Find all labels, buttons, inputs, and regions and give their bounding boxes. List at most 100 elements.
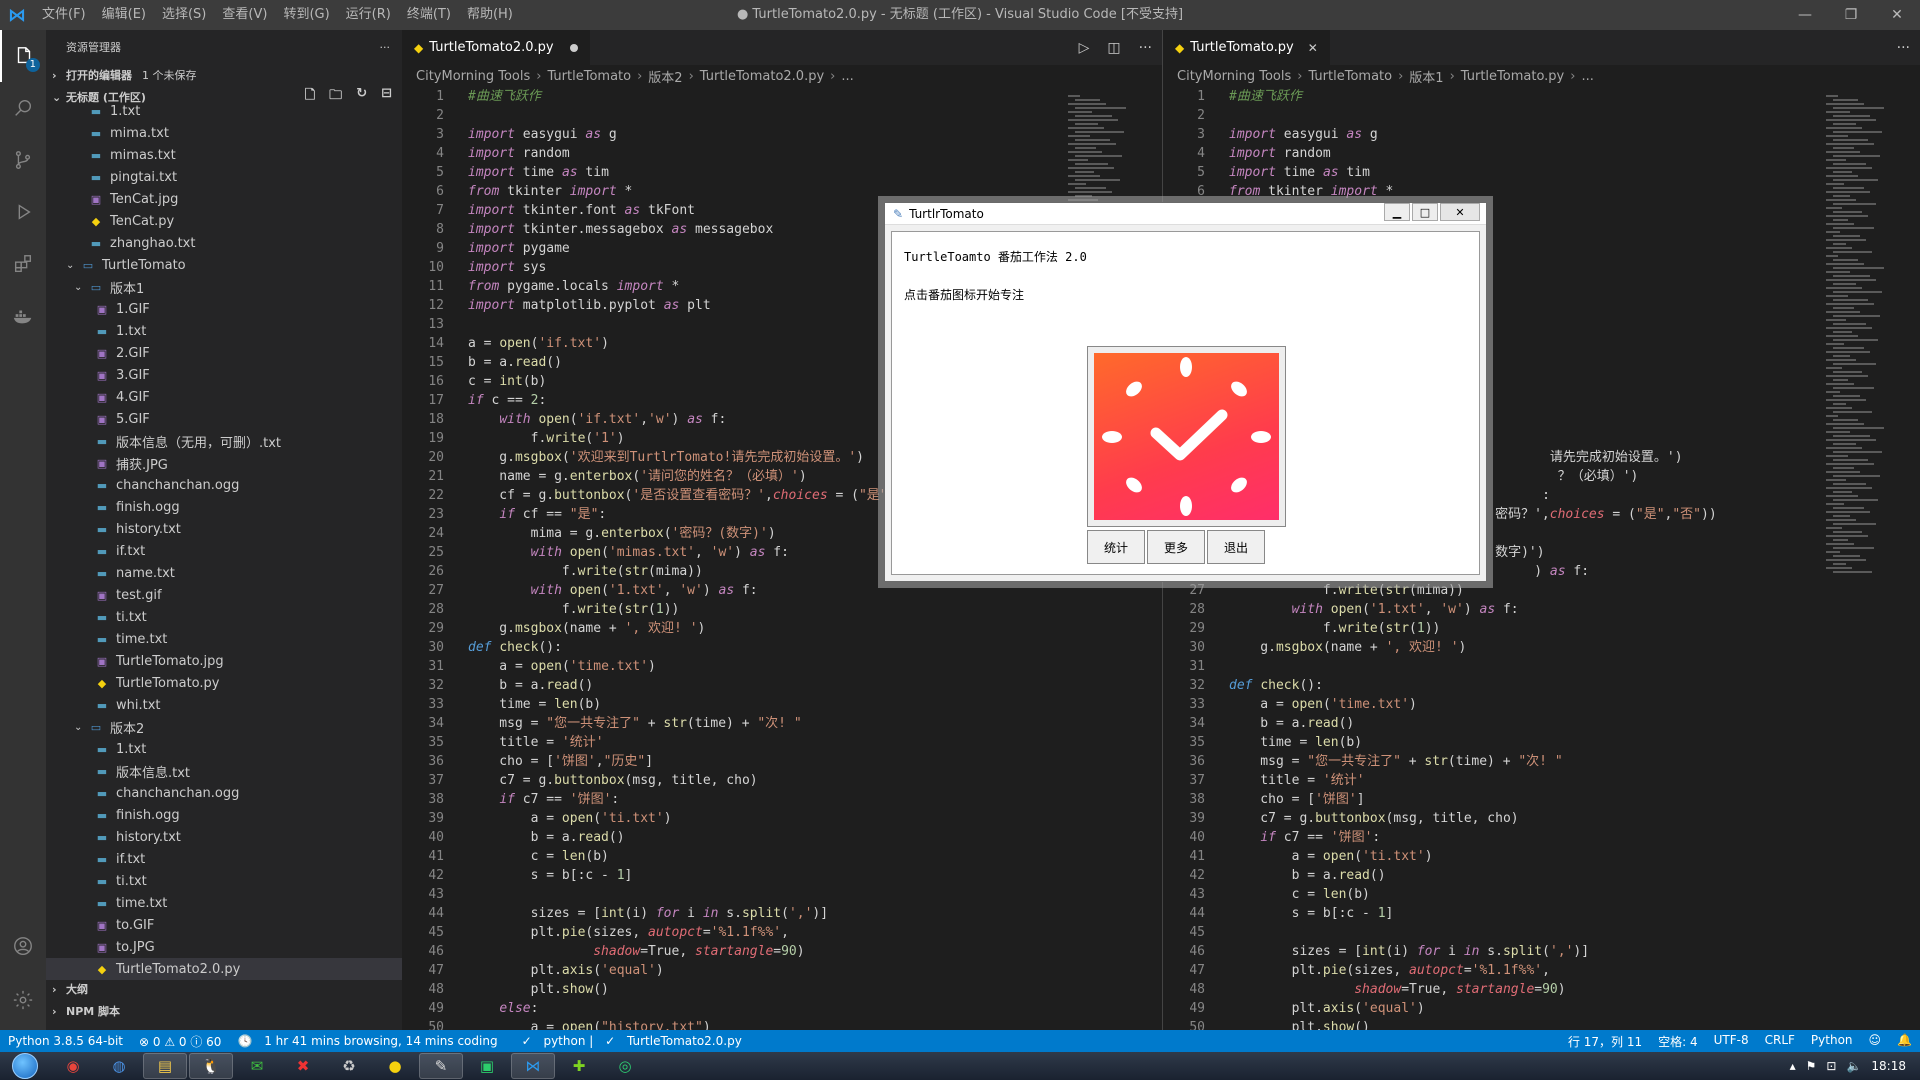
tree-item[interactable]: ▬ whi.txt (46, 694, 402, 716)
unsaved-dot-icon[interactable] (569, 43, 578, 52)
tree-item[interactable]: ▬ name.txt (46, 562, 402, 584)
tree-item[interactable]: ▬ ti.txt (46, 606, 402, 628)
python-interpreter[interactable]: Python 3.8.5 64-bit (0, 1034, 131, 1048)
tree-item[interactable]: ▣ TenCat.jpg (46, 188, 402, 210)
source-code[interactable]: #曲速飞跃作 import easygui as g import random… (468, 87, 888, 1030)
tree-item[interactable]: ▬ time.txt (46, 892, 402, 914)
more-button[interactable]: 更多 (1147, 530, 1205, 564)
breadcrumb-item[interactable]: TurtleTomato (1308, 69, 1392, 84)
lang-indicator[interactable]: ✓ python | ✓ TurtleTomato2.0.py (514, 1034, 758, 1048)
end-of-line[interactable]: CRLF (1757, 1033, 1803, 1050)
more-actions-icon[interactable]: ··· (1897, 40, 1910, 56)
tree-item[interactable]: ◆ TurtleTomato.py (46, 672, 402, 694)
explorer-icon[interactable]: 1 (0, 30, 46, 82)
breadcrumb-item[interactable]: CityMorning Tools (1177, 69, 1291, 84)
menu-item[interactable]: 终端(T) (399, 0, 459, 30)
outline-section[interactable]: › 大纲 (46, 978, 402, 1000)
xmind-icon[interactable]: ✖ (281, 1053, 325, 1079)
volume-icon[interactable]: 🔈 (1846, 1059, 1861, 1073)
breadcrumb-item[interactable]: TurtleTomato.py (1461, 69, 1564, 84)
start-button[interactable] (0, 1052, 50, 1080)
dialog-titlebar[interactable]: ✎ TurtlrTomato ▁ □ ✕ (885, 203, 1486, 225)
wechat-icon[interactable]: ✉ (235, 1053, 279, 1079)
dialog-minimize-icon[interactable]: ▁ (1384, 203, 1410, 221)
tree-item[interactable]: ▣ TurtleTomato.jpg (46, 650, 402, 672)
tree-item[interactable]: ▣ to.GIF (46, 914, 402, 936)
encoding[interactable]: UTF-8 (1706, 1033, 1757, 1050)
tree-item[interactable]: ▬ 1.txt (46, 100, 402, 122)
settings-gear-icon[interactable] (0, 974, 46, 1026)
tree-item[interactable]: ▣ 5.GIF (46, 408, 402, 430)
run-debug-icon[interactable] (0, 186, 46, 238)
extensions-icon[interactable] (0, 238, 46, 290)
tree-item[interactable]: ▬ 版本信息.txt (46, 760, 402, 782)
tomato-clock-icon[interactable] (1094, 353, 1279, 520)
tree-item[interactable]: ▬ pingtai.txt (46, 166, 402, 188)
app-green-icon[interactable]: ✚ (557, 1053, 601, 1079)
tree-item[interactable]: ▬ history.txt (46, 518, 402, 540)
tree-item[interactable]: ▬ 1.txt (46, 320, 402, 342)
exit-button[interactable]: 退出 (1207, 530, 1265, 564)
tree-item[interactable]: ▬ if.txt (46, 540, 402, 562)
restore-icon[interactable]: ❐ (1828, 0, 1874, 30)
breadcrumb-item[interactable]: 版本1 (1409, 67, 1443, 86)
browser-icon[interactable]: ◍ (97, 1053, 141, 1079)
minimize-icon[interactable]: — (1782, 0, 1828, 30)
tree-item[interactable]: ▣ 1.GIF (46, 298, 402, 320)
breadcrumb-item[interactable]: CityMorning Tools (416, 69, 530, 84)
tree-item[interactable]: ▣ 捕获.JPG (46, 452, 402, 474)
tree-item[interactable]: ▬ 1.txt (46, 738, 402, 760)
feedback-icon[interactable]: ☺ (1861, 1033, 1890, 1050)
tree-item[interactable]: ▣ 4.GIF (46, 386, 402, 408)
account-icon[interactable] (0, 920, 46, 972)
tree-item[interactable]: ▬ finish.ogg (46, 496, 402, 518)
npm-scripts-section[interactable]: › NPM 脚本 (46, 1000, 402, 1022)
tree-item[interactable]: ▣ 3.GIF (46, 364, 402, 386)
breadcrumb-item[interactable]: 版本2 (648, 67, 682, 86)
tree-item[interactable]: ▣ test.gif (46, 584, 402, 606)
breadcrumb-item[interactable]: TurtleTomato (547, 69, 631, 84)
tree-item[interactable]: ▬ chanchanchan.ogg (46, 782, 402, 804)
more-actions-icon[interactable]: ··· (1139, 40, 1152, 56)
tomato-image-button[interactable] (1087, 346, 1286, 527)
stats-button[interactable]: 统计 (1087, 530, 1145, 564)
tree-item[interactable]: ▬ history.txt (46, 826, 402, 848)
dialog-maximize-icon[interactable]: □ (1412, 203, 1438, 221)
notifications-icon[interactable]: 🔔 (1889, 1033, 1920, 1050)
tree-item[interactable]: ◆ TurtleTomato2.0.py (46, 958, 402, 980)
tree-folder-turtletomato[interactable]: ⌄ ▭ TurtleTomato (46, 254, 402, 276)
cursor-position[interactable]: 行 17，列 11 (1560, 1033, 1650, 1050)
python-app-icon[interactable]: ● (373, 1053, 417, 1079)
menu-item[interactable]: 选择(S) (154, 0, 214, 30)
pycharm-icon[interactable]: ▣ (465, 1053, 509, 1079)
tray-flag-icon[interactable]: ⚑ (1806, 1059, 1817, 1073)
menu-item[interactable]: 文件(F) (34, 0, 94, 30)
clock[interactable]: 18:18 (1871, 1059, 1906, 1073)
indentation[interactable]: 空格: 4 (1650, 1033, 1706, 1050)
split-editor-icon[interactable]: ◫ (1107, 40, 1120, 56)
close-icon[interactable]: ✕ (1874, 0, 1920, 30)
breadcrumb-item[interactable]: ... (841, 69, 853, 84)
tree-item[interactable]: ▬ ti.txt (46, 870, 402, 892)
menu-item[interactable]: 运行(R) (338, 0, 399, 30)
tree-folder-v1[interactable]: ⌄ ▭ 版本1 (46, 276, 402, 298)
close-tab-icon[interactable]: ✕ (1308, 41, 1318, 55)
menu-item[interactable]: 编辑(E) (94, 0, 154, 30)
app-circle-icon[interactable]: ◎ (603, 1053, 647, 1079)
chrome-icon[interactable]: ◉ (51, 1053, 95, 1079)
tree-item[interactable]: ▬ zhanghao.txt (46, 232, 402, 254)
tk-window-icon[interactable]: ✎ (419, 1053, 463, 1079)
language-mode[interactable]: Python (1803, 1033, 1861, 1050)
docker-icon[interactable] (0, 290, 46, 342)
vscode-icon[interactable]: ⋈ (511, 1053, 555, 1079)
tree-item[interactable]: ▬ chanchanchan.ogg (46, 474, 402, 496)
tab-turtletomato[interactable]: ◆ TurtleTomato.py ✕ (1163, 30, 1330, 65)
run-file-icon[interactable]: ▷ (1079, 40, 1090, 56)
search-icon[interactable] (0, 82, 46, 134)
tab-turtletomato2[interactable]: ◆ TurtleTomato2.0.py (402, 30, 590, 65)
open-editors-section[interactable]: › 打开的编辑器 1 个未保存 (46, 64, 402, 86)
problems-indicator[interactable]: ⊗ 0 ⚠ 0 ⓘ 60 (131, 1033, 229, 1050)
tree-item[interactable]: ▣ 2.GIF (46, 342, 402, 364)
recycle-icon[interactable]: ♻ (327, 1053, 371, 1079)
dialog-close-icon[interactable]: ✕ (1440, 203, 1480, 221)
